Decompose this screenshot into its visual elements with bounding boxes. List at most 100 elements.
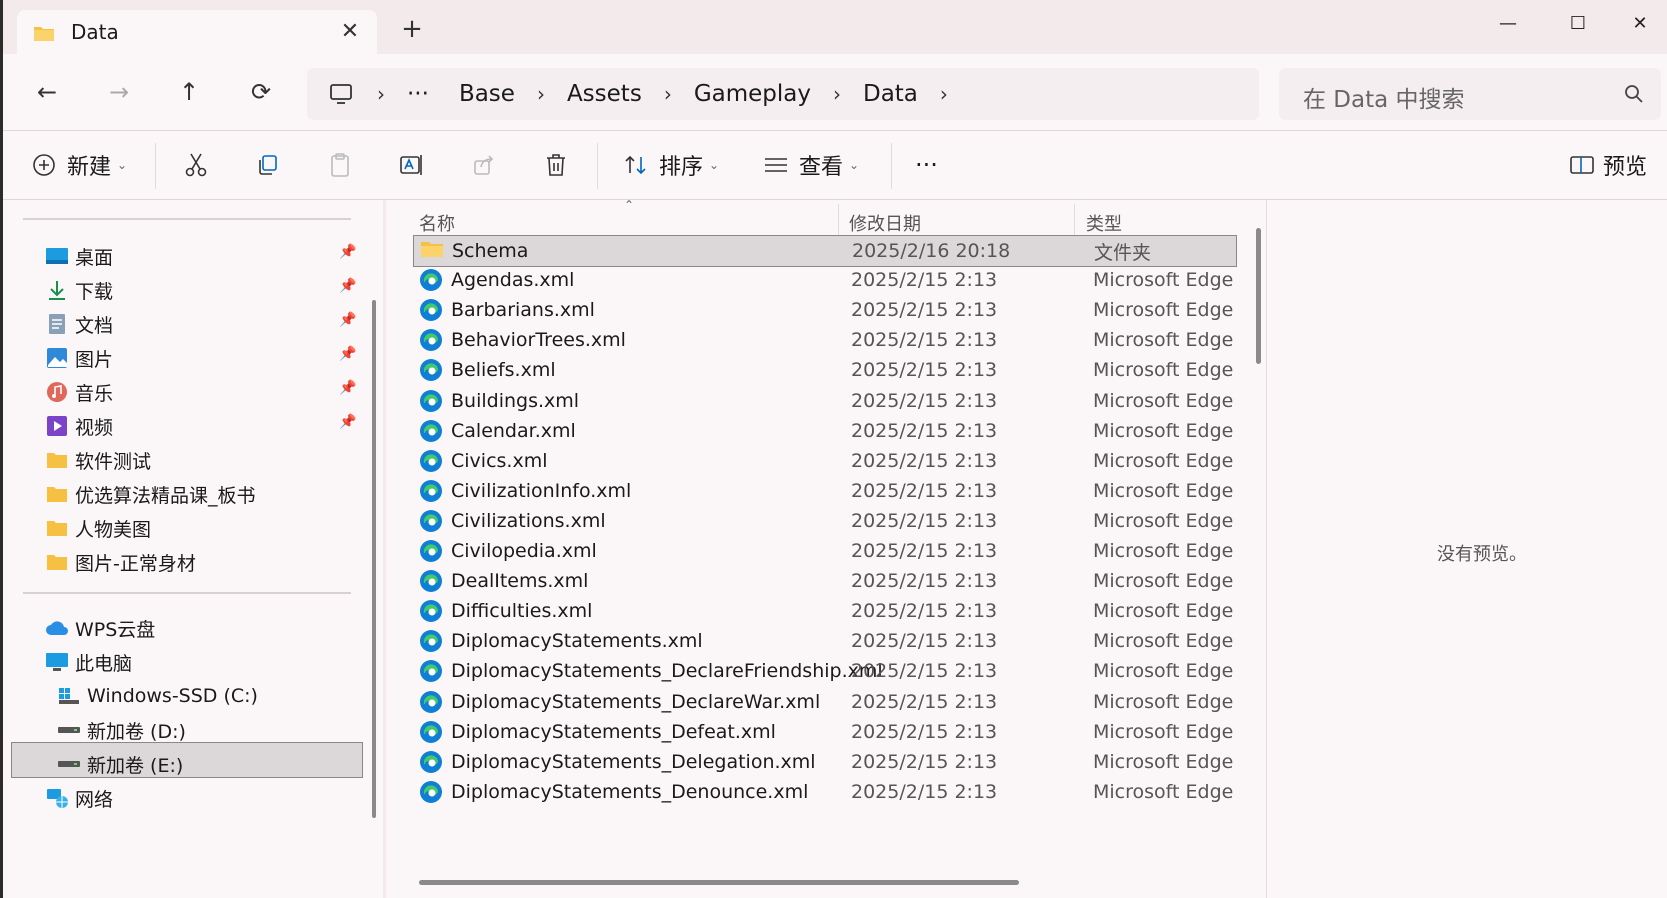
- pin-icon[interactable]: 📌: [339, 244, 357, 260]
- table-row[interactable]: DiplomacyStatements.xml 2025/2/15 2:13 Mic…: [413, 626, 1237, 658]
- back-button[interactable]: ←: [27, 72, 67, 112]
- scissors-icon: [183, 152, 209, 178]
- sidebar-item-drive-d[interactable]: 新加卷 (D:): [57, 714, 186, 746]
- file-type-cell: Microsoft Edge: [1093, 509, 1234, 532]
- breadcrumb-assets[interactable]: Assets: [567, 81, 642, 107]
- breadcrumb-gameplay[interactable]: Gameplay: [694, 81, 811, 107]
- tab-close-icon[interactable]: ✕: [337, 19, 363, 44]
- sidebar-item-label: 图片: [75, 348, 114, 371]
- view-list-icon: [763, 152, 789, 178]
- sidebar-item-downloads[interactable]: 下载: [45, 274, 113, 306]
- sidebar-item-drive-e[interactable]: 新加卷 (E:): [57, 748, 183, 780]
- breadcrumb-base[interactable]: Base: [459, 81, 515, 107]
- sidebar-item-folder-2[interactable]: 优选算法精品课_板书: [45, 478, 256, 510]
- table-row[interactable]: DiplomacyStatements_DeclareWar.xml 2025/2…: [413, 687, 1237, 719]
- file-name-cell: DiplomacyStatements_Delegation.xml: [419, 747, 816, 777]
- table-row[interactable]: Schema 2025/2/16 20:18 文件夹: [413, 235, 1237, 267]
- breadcrumb-separator[interactable]: ›: [940, 82, 948, 106]
- copy-button[interactable]: [255, 145, 281, 185]
- file-explorer-window: Data ✕ + — ☐ ✕ ← → ↑ ⟳ › ··· Base › Asse…: [0, 0, 1667, 898]
- table-row[interactable]: Calendar.xml 2025/2/15 2:13 Microsoft Edge: [413, 416, 1237, 448]
- table-row[interactable]: Agendas.xml 2025/2/15 2:13 Microsoft Edge: [413, 265, 1237, 297]
- search-input[interactable]: 在 Data 中搜索: [1303, 80, 1465, 114]
- sidebar-item-drive-c[interactable]: Windows-SSD (C:): [57, 680, 258, 712]
- minimize-button[interactable]: —: [1485, 8, 1531, 38]
- rename-button[interactable]: [399, 145, 425, 185]
- sidebar-item-this-pc[interactable]: 此电脑: [45, 646, 132, 678]
- copy-icon: [255, 152, 281, 178]
- breadcrumb-separator[interactable]: ›: [377, 82, 385, 106]
- delete-button[interactable]: [543, 145, 569, 185]
- table-row[interactable]: Beliefs.xml 2025/2/15 2:13 Microsoft Edge: [413, 355, 1237, 387]
- pin-icon[interactable]: 📌: [339, 414, 357, 430]
- sidebar-scrollbar[interactable]: [372, 300, 376, 818]
- sidebar-item-folder-1[interactable]: 软件测试: [45, 444, 151, 476]
- new-button[interactable]: 新建 ⌄: [31, 145, 127, 185]
- table-row[interactable]: Barbarians.xml 2025/2/15 2:13 Microsoft Ed…: [413, 295, 1237, 327]
- file-name-cell: DiplomacyStatements_DeclareFriendship.xm…: [419, 656, 883, 686]
- table-row[interactable]: Civilopedia.xml 2025/2/15 2:13 Microsoft E…: [413, 536, 1237, 568]
- breadcrumb-separator[interactable]: ›: [664, 82, 672, 106]
- table-row[interactable]: DiplomacyStatements_Denounce.xml 2025/2/1…: [413, 777, 1237, 809]
- file-type-cell: Microsoft Edge: [1093, 690, 1234, 713]
- file-modified-cell: 2025/2/15 2:13: [851, 570, 998, 593]
- sidebar-item-documents[interactable]: 文档: [45, 308, 113, 340]
- view-button[interactable]: 查看 ⌄: [763, 145, 859, 185]
- table-row[interactable]: BehaviorTrees.xml 2025/2/15 2:13 Microsoft…: [413, 325, 1237, 357]
- table-row[interactable]: CivilizationInfo.xml 2025/2/15 2:13 Micros…: [413, 476, 1237, 508]
- paste-button[interactable]: [327, 145, 353, 185]
- sidebar-item-pictures[interactable]: 图片: [45, 342, 113, 374]
- breadcrumb-overflow[interactable]: ···: [407, 81, 429, 107]
- sidebar-item-wps-cloud[interactable]: WPS云盘: [45, 612, 155, 644]
- table-row[interactable]: DiplomacyStatements_Defeat.xml 2025/2/15 …: [413, 717, 1237, 749]
- file-modified-cell: 2025/2/15 2:13: [851, 630, 998, 653]
- sort-button[interactable]: 排序 ⌄: [623, 145, 719, 185]
- table-row[interactable]: DiplomacyStatements_Delegation.xml 2025/2…: [413, 747, 1237, 779]
- address-bar[interactable]: › ··· Base › Assets › Gameplay › Data ›: [307, 68, 1259, 120]
- cut-button[interactable]: [183, 145, 209, 185]
- sidebar-item-folder-3[interactable]: 人物美图: [45, 512, 151, 544]
- maximize-button[interactable]: ☐: [1555, 8, 1601, 38]
- table-row[interactable]: DealItems.xml 2025/2/15 2:13 Microsoft Edg…: [413, 566, 1237, 598]
- new-tab-button[interactable]: +: [397, 14, 427, 44]
- breadcrumb-separator[interactable]: ›: [833, 82, 841, 106]
- share-button[interactable]: [471, 145, 497, 185]
- horizontal-scrollbar[interactable]: [419, 880, 1019, 885]
- refresh-button[interactable]: ⟳: [241, 72, 281, 112]
- breadcrumb-separator[interactable]: ›: [537, 82, 545, 106]
- table-row[interactable]: Buildings.xml 2025/2/15 2:13 Microsoft Edg…: [413, 386, 1237, 418]
- pin-icon[interactable]: 📌: [339, 312, 357, 328]
- sidebar-item-network[interactable]: 网络: [45, 782, 113, 814]
- file-modified-cell: 2025/2/15 2:13: [851, 269, 998, 292]
- file-name: DiplomacyStatements.xml: [451, 630, 703, 653]
- monitor-icon[interactable]: [329, 82, 355, 106]
- pin-icon[interactable]: 📌: [339, 346, 357, 362]
- table-row[interactable]: Difficulties.xml 2025/2/15 2:13 Microsoft …: [413, 596, 1237, 628]
- sidebar-item-folder-4[interactable]: 图片-正常身材: [45, 546, 196, 578]
- more-options-button[interactable]: ···: [915, 145, 938, 185]
- close-button[interactable]: ✕: [1617, 8, 1663, 38]
- edge-icon: [419, 720, 443, 744]
- sidebar-item-videos[interactable]: 视频: [45, 410, 113, 442]
- sidebar-item-label: 软件测试: [75, 450, 152, 473]
- pin-icon[interactable]: 📌: [339, 380, 357, 396]
- sidebar-item-music[interactable]: 音乐: [45, 376, 113, 408]
- file-modified-cell: 2025/2/15 2:13: [851, 600, 998, 623]
- pin-icon[interactable]: 📌: [339, 278, 357, 294]
- search-icon[interactable]: [1623, 83, 1645, 105]
- folder-icon: [45, 551, 69, 573]
- preview-button[interactable]: 预览: [1569, 145, 1647, 185]
- forward-button[interactable]: →: [99, 72, 139, 112]
- table-row[interactable]: DiplomacyStatements_DeclareFriendship.xm…: [413, 656, 1237, 688]
- breadcrumb-data[interactable]: Data: [863, 81, 918, 107]
- vertical-scrollbar[interactable]: [1256, 228, 1261, 364]
- sidebar-item-desktop[interactable]: 桌面: [45, 240, 113, 272]
- sidebar-item-label: 图片-正常身材: [75, 552, 196, 575]
- table-row[interactable]: Civics.xml 2025/2/15 2:13 Microsoft Edge: [413, 446, 1237, 478]
- tab-data[interactable]: Data ✕: [17, 10, 377, 54]
- search-box[interactable]: 在 Data 中搜索: [1279, 68, 1661, 120]
- sidebar-item-label: 人物美图: [75, 518, 152, 541]
- up-button[interactable]: ↑: [169, 72, 209, 112]
- edge-icon: [419, 358, 443, 382]
- table-row[interactable]: Civilizations.xml 2025/2/15 2:13 Microsoft…: [413, 506, 1237, 538]
